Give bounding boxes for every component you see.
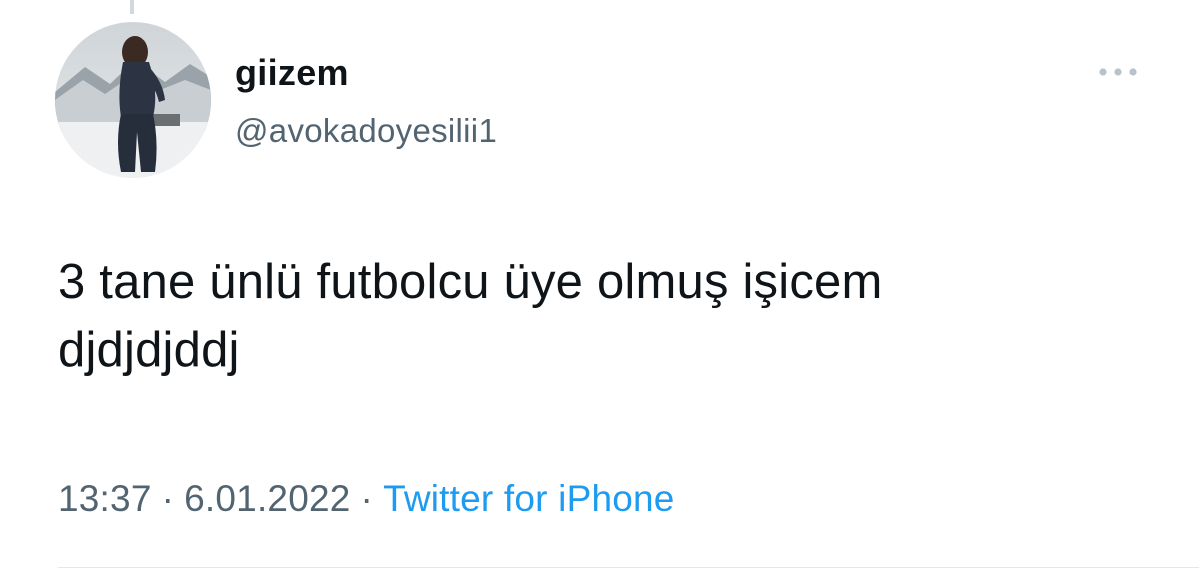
- thread-line: [130, 0, 134, 14]
- avatar[interactable]: [55, 22, 211, 178]
- tweet-card: giizem @avokadoyesilii1 3 tane ünlü futb…: [0, 0, 1199, 581]
- more-horizontal-icon: [1099, 68, 1137, 76]
- tweet-date[interactable]: 6.01.2022: [184, 478, 350, 519]
- author-display-name[interactable]: giizem: [235, 52, 349, 94]
- meta-separator: ·: [360, 478, 374, 519]
- meta-separator: ·: [161, 478, 175, 519]
- tweet-meta: 13:37 · 6.01.2022 · Twitter for iPhone: [58, 478, 675, 520]
- tweet-text: 3 tane ünlü futbolcu üye olmuş işicem dj…: [58, 255, 883, 377]
- avatar-image: [55, 22, 211, 178]
- tweet-source-link[interactable]: Twitter for iPhone: [383, 478, 675, 519]
- author-handle[interactable]: @avokadoyesilii1: [235, 112, 497, 150]
- tweet-time[interactable]: 13:37: [58, 478, 152, 519]
- divider: [58, 567, 1199, 568]
- more-options-button[interactable]: [1092, 56, 1144, 88]
